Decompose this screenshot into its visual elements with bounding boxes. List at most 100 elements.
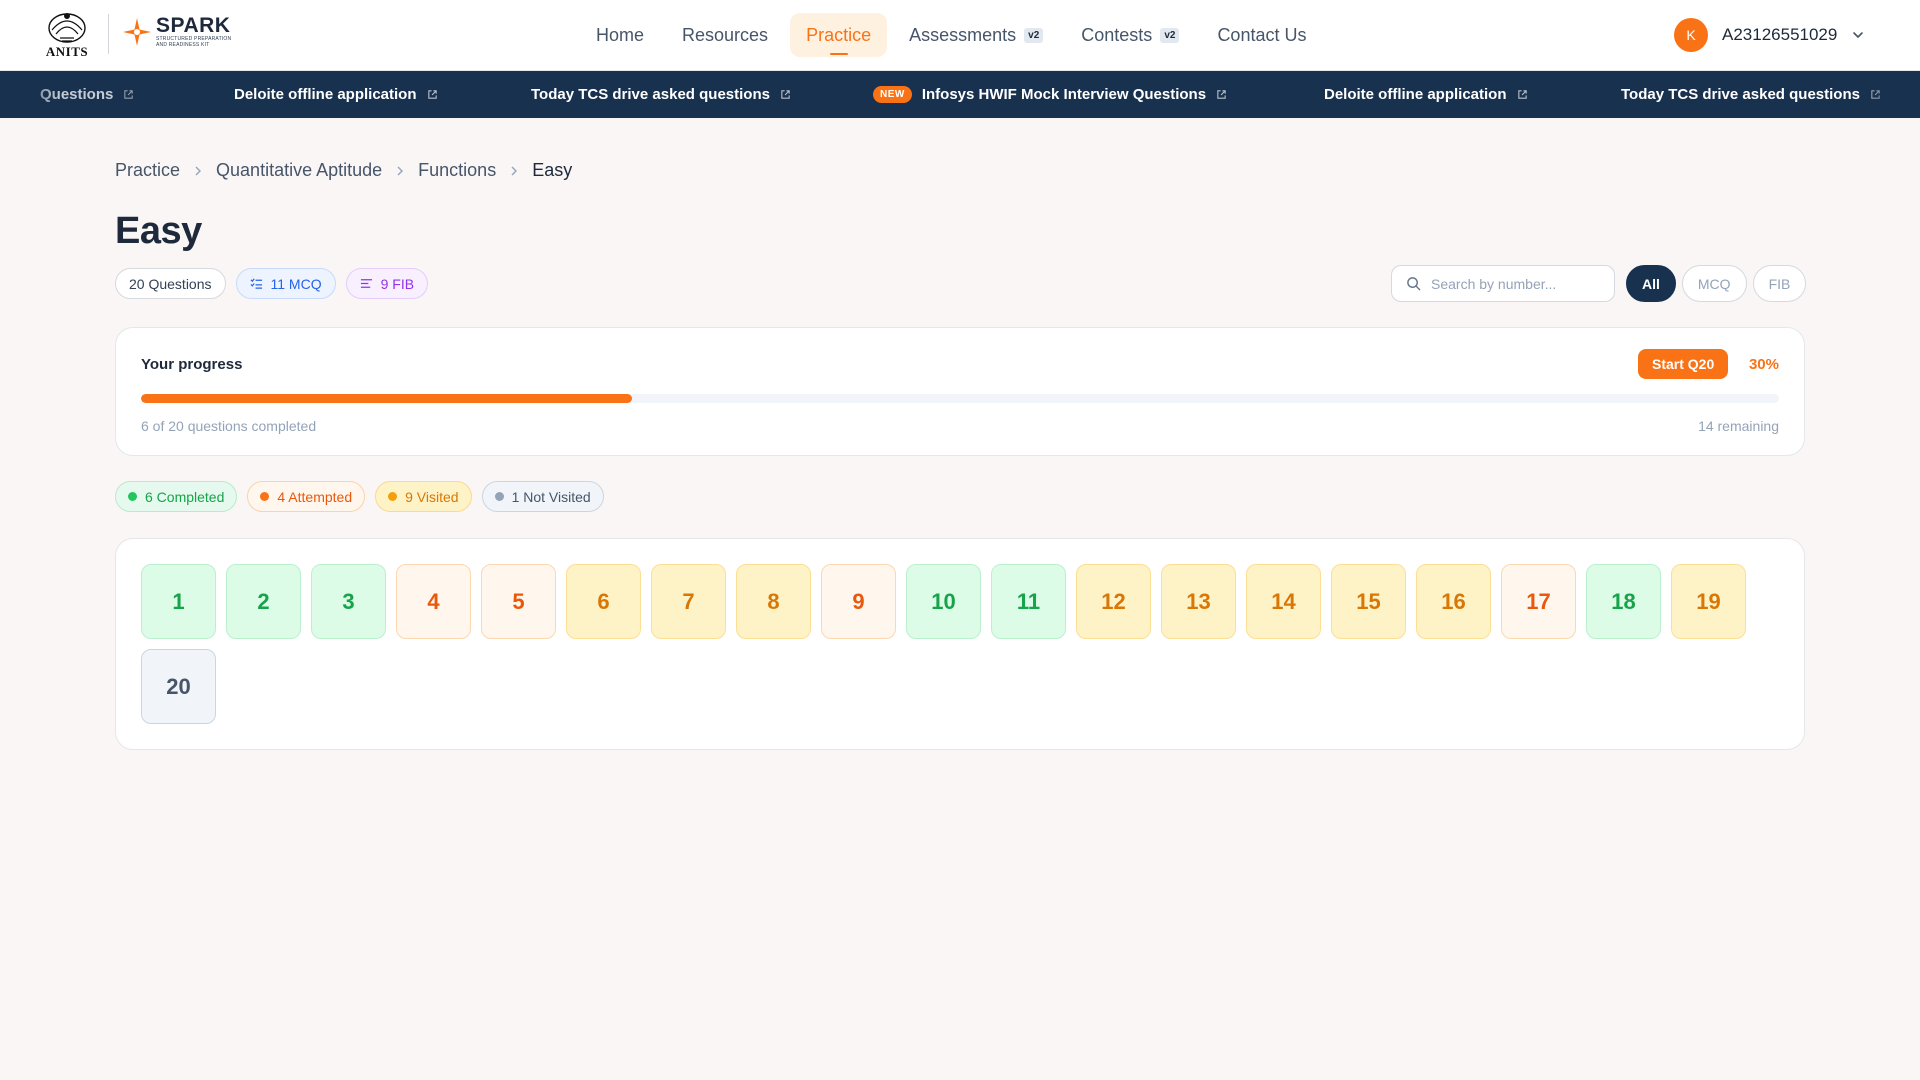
ticker-item-label: Today TCS drive asked questions [531,86,770,103]
progress-bar [141,394,1779,403]
chevron-right-icon [195,166,202,175]
ticker-item[interactable]: Deloite offline application [1324,71,1528,118]
question-tile[interactable]: 5 [481,564,556,639]
question-tile[interactable]: 8 [736,564,811,639]
mcq-count-label: 11 MCQ [270,275,322,292]
question-tile[interactable]: 9 [821,564,896,639]
filter-all[interactable]: All [1626,265,1676,302]
ticker-item[interactable]: Today TCS drive asked questions [1621,71,1881,118]
question-tile[interactable]: 12 [1076,564,1151,639]
question-tile[interactable]: 15 [1331,564,1406,639]
question-tile[interactable]: 13 [1161,564,1236,639]
question-tile[interactable]: 11 [991,564,1066,639]
anits-logo-text: ANITS [45,44,89,59]
question-tile[interactable]: 1 [141,564,216,639]
chevron-down-icon [1853,32,1864,38]
spark-title: SPARK [156,14,231,37]
ticker-item-label: Deloite offline application [1324,86,1507,103]
question-tile[interactable]: 20 [141,649,216,724]
ticker-fade-right [1860,71,1920,118]
breadcrumb-quantitative-aptitude[interactable]: Quantitative Aptitude [216,160,382,181]
question-search[interactable] [1391,265,1615,302]
question-tile[interactable]: 4 [396,564,471,639]
ticker-item[interactable]: Today TCS drive asked questions [531,71,791,118]
user-menu[interactable]: K A23126551029 [1674,18,1865,52]
page-title: Easy [115,210,202,252]
fib-count-label: 9 FIB [380,275,415,292]
question-meta: 20 Questions 11 MCQ 9 FIB [115,268,429,299]
external-link-icon [124,90,134,99]
announcement-ticker: Questions Deloite offline application To… [0,71,1920,118]
progress-percent: 30% [1748,356,1779,373]
ticker-item[interactable]: Deloite offline application [234,71,438,118]
ticker-item-label: Today TCS drive asked questions [1621,86,1860,103]
status-dot [128,492,137,501]
spark-subtitle: Structured Preparation and Readiness Kit [156,36,232,48]
logo-divider [108,14,109,54]
filter-fib[interactable]: FIB [1752,265,1807,302]
legend-not-visited-label: 1 Not Visited [511,488,591,505]
remaining-count: 14 remaining [1698,418,1779,434]
legend-completed-label: 6 Completed [145,488,225,505]
search-input[interactable] [1431,275,1601,292]
status-dot [494,492,504,501]
question-grid: 1 2 3 4 5 6 7 8 9 10 11 12 13 14 15 16 17 18 19 20 [141,564,1781,734]
chevron-right-icon [511,166,518,175]
version-badge: v2 [1160,27,1180,43]
total-questions-label: 20 Questions [129,275,212,292]
completed-count: 6 of 20 questions completed [141,418,317,434]
question-tile[interactable]: 2 [226,564,301,639]
type-filters: All MCQ FIB [1626,265,1807,302]
status-dot [388,492,398,501]
nav-contact-us[interactable]: Contact Us [1201,13,1322,57]
ticker-item[interactable]: NEW Infosys HWIF Mock Interview Question… [873,71,1227,118]
status-dot [260,492,270,501]
search-icon [1407,277,1421,291]
nav-home[interactable]: Home [580,13,660,57]
ticker-item-label: Deloite offline application [234,86,417,103]
nav-assessments-label: Assessments [909,24,1017,45]
mcq-count-chip: 11 MCQ [235,268,336,299]
external-link-icon [1217,90,1226,99]
top-header: ANITS SPARK Structured Preparation and R… [0,0,1920,71]
total-questions-chip: 20 Questions [115,268,226,299]
nav-contact-label: Contact Us [1217,24,1307,45]
nav-assessments[interactable]: Assessments v2 [893,13,1059,57]
progress-label: Your progress [141,356,243,373]
nav-contests-label: Contests [1081,24,1153,45]
question-tile[interactable]: 17 [1501,564,1576,639]
nav-resources[interactable]: Resources [666,13,784,57]
legend-visited-label: 9 Visited [405,488,459,505]
chevron-right-icon [397,166,404,175]
legend-not-visited: 1 Not Visited [481,481,604,512]
ticker-fade-left [0,71,60,118]
breadcrumb: Practice Quantitative Aptitude Functions… [115,160,572,181]
question-tile[interactable]: 10 [906,564,981,639]
filter-mcq[interactable]: MCQ [1681,265,1747,302]
question-tile[interactable]: 3 [311,564,386,639]
breadcrumb-practice[interactable]: Practice [115,160,180,181]
fib-count-chip: 9 FIB [345,268,429,299]
external-link-icon [427,90,437,99]
legend-attempted-label: 4 Attempted [277,488,353,505]
spark-star-icon [123,18,151,46]
nav-practice[interactable]: Practice [790,13,888,57]
legend-visited: 9 Visited [375,481,472,512]
new-badge: NEW [873,86,912,103]
nav-home-label: Home [596,24,645,45]
question-tile[interactable]: 14 [1246,564,1321,639]
anits-logo[interactable]: ANITS [40,8,94,60]
question-tile[interactable]: 19 [1671,564,1746,639]
question-tile[interactable]: 16 [1416,564,1491,639]
question-tile[interactable]: 7 [651,564,726,639]
nav-contests[interactable]: Contests v2 [1065,13,1195,57]
external-link-icon [1517,90,1527,99]
spark-logo[interactable]: SPARK Structured Preparation and Readine… [122,14,232,48]
breadcrumb-current: Easy [532,160,573,180]
question-tile[interactable]: 6 [566,564,641,639]
breadcrumb-functions[interactable]: Functions [418,160,496,181]
question-tile[interactable]: 18 [1586,564,1661,639]
ticker-item-label: Infosys HWIF Mock Interview Questions [921,86,1207,103]
start-question-button[interactable]: Start Q20 [1638,349,1729,379]
legend-completed: 6 Completed [115,481,238,512]
